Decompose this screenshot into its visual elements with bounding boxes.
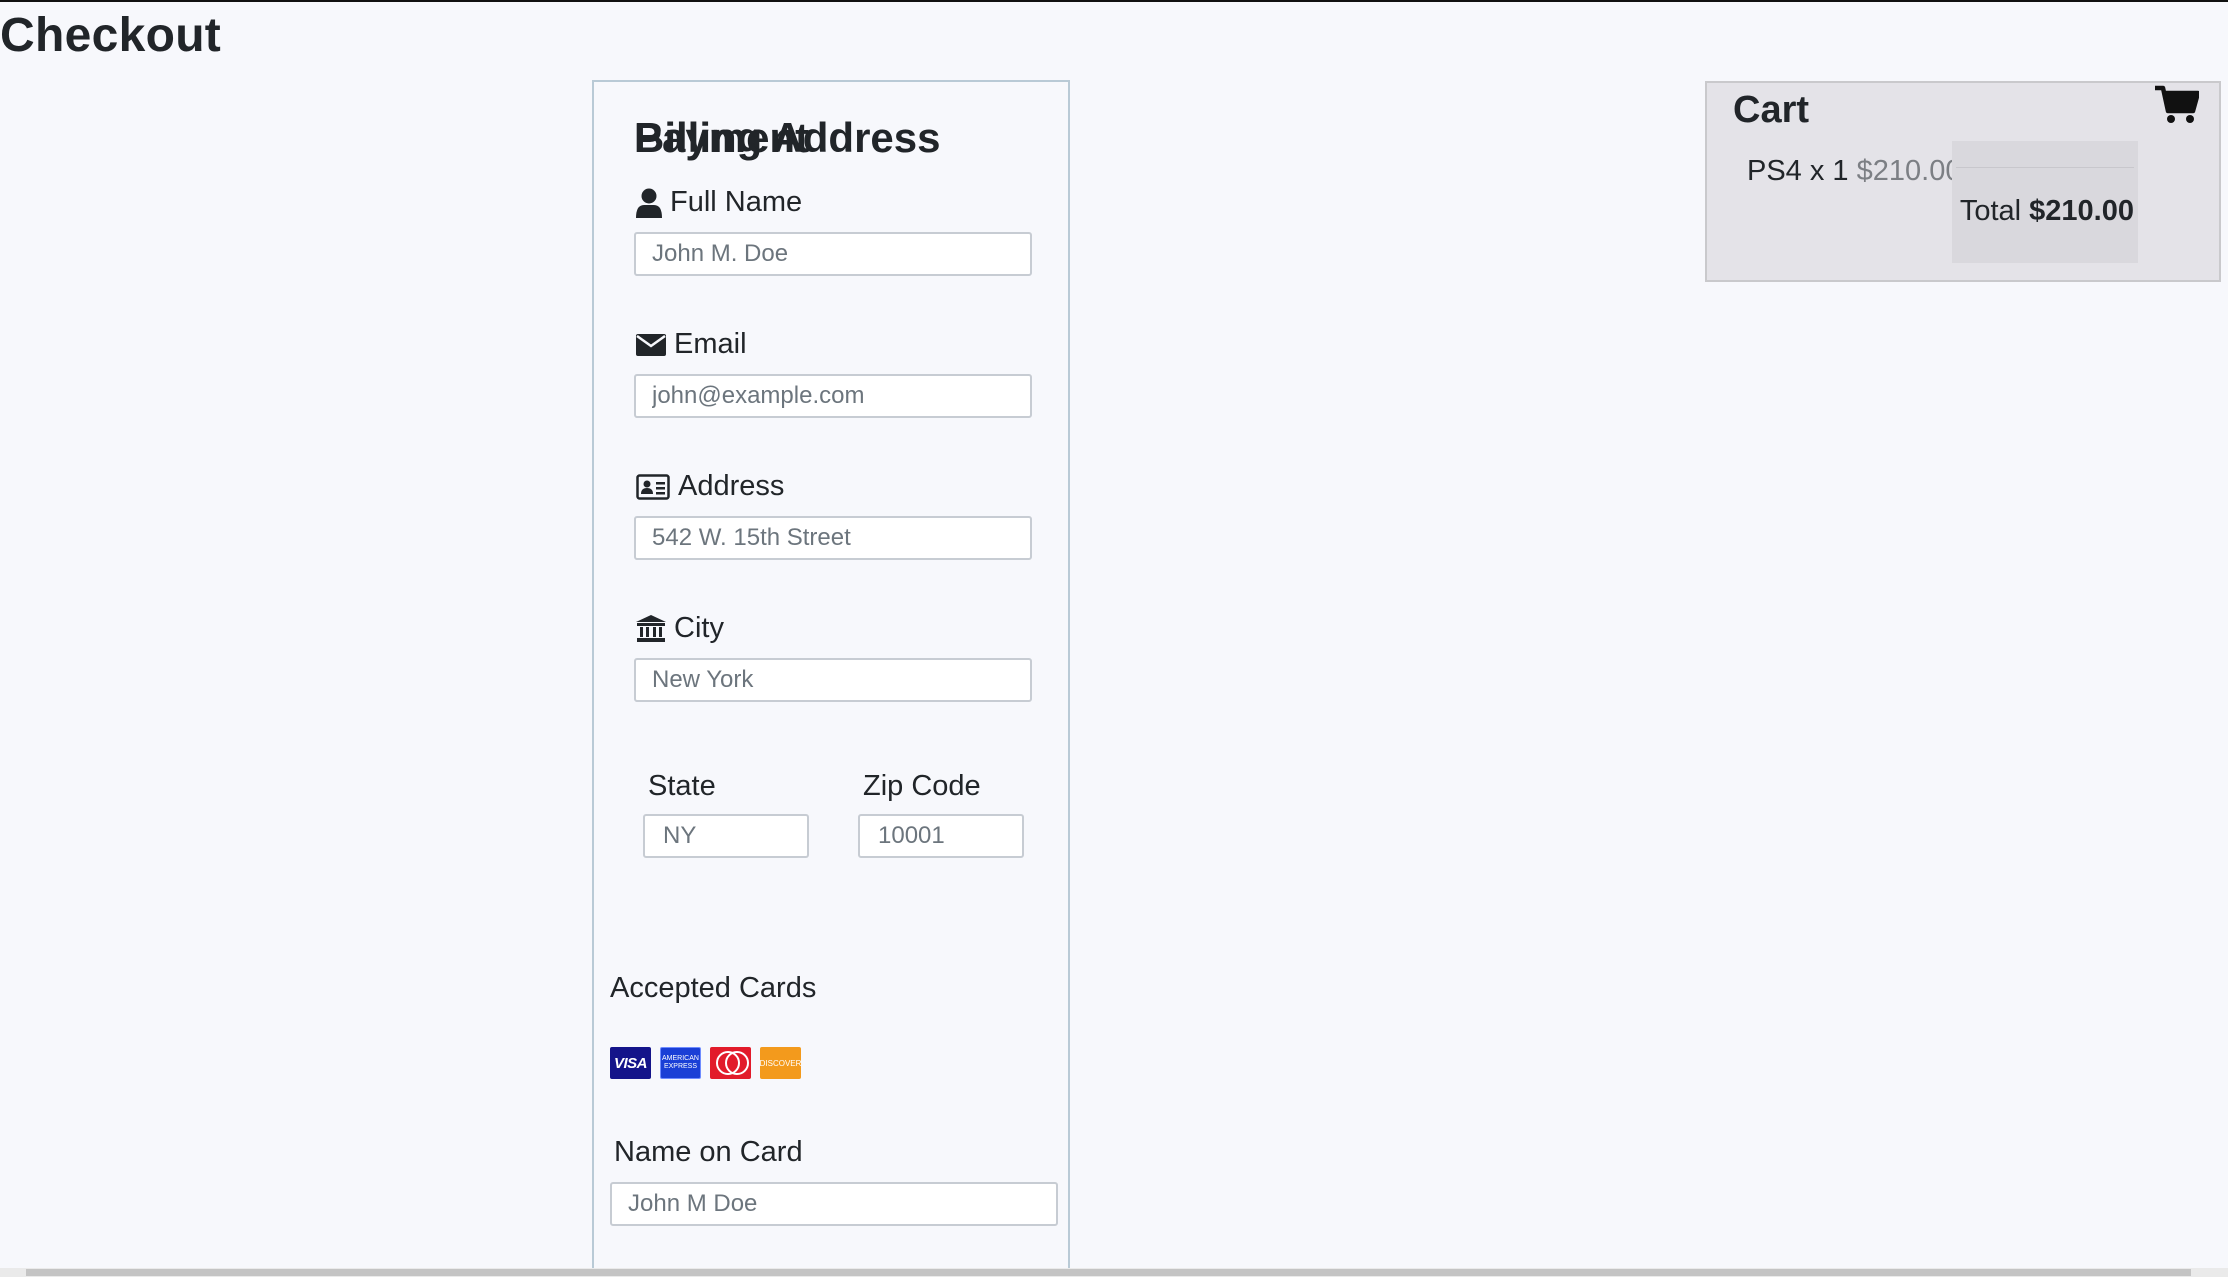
full-name-label-text: Full Name [670,186,803,218]
user-icon [636,188,662,218]
state-label: State [648,770,716,802]
envelope-icon [636,333,666,356]
address-label: Address [636,470,784,503]
address-card-icon [636,473,670,500]
address-label-text: Address [678,470,785,502]
name-on-card-label: Name on Card [614,1136,803,1168]
amex-card-icon: AMERICAN EXPRESS [660,1047,701,1079]
cart-title: Cart [1733,89,1810,131]
name-on-card-input[interactable] [610,1182,1058,1226]
cart-item: PS4 x 1 $210.00 [1747,155,1961,188]
zip-code-label: Zip Code [863,770,981,802]
shopping-cart-icon[interactable] [2155,85,2199,125]
city-label: City [636,612,724,645]
email-label: Email [636,328,747,361]
payment-heading: Payment [634,114,810,161]
billing-panel: Billing Address Full Name Email Address [592,80,1070,1270]
discover-card-icon: DISCOVER [760,1047,801,1079]
address-input[interactable] [634,516,1032,560]
accepted-cards-label: Accepted Cards [610,972,817,1004]
zip-code-input[interactable] [858,814,1024,858]
horizontal-scrollbar[interactable] [0,1268,2228,1277]
cart-total-cell: Total $210.00 [1952,141,2138,263]
cart-total-label: Total [1959,195,2022,227]
city-label-text: City [674,612,724,644]
city-input[interactable] [634,658,1032,702]
accepted-cards: VISA AMERICAN EXPRESS DISCOVER [610,1047,801,1079]
page-title: Checkout [0,9,222,62]
state-input[interactable] [643,814,809,858]
cart-total-value: $210.00 [2029,195,2134,227]
visa-card-icon: VISA [610,1047,651,1079]
email-label-text: Email [674,328,747,360]
email-input[interactable] [634,374,1032,418]
cart-panel: Cart PS4 x 1 $210.00 Total $210.00 [1705,81,2221,282]
institution-icon [636,614,666,642]
cart-total: Total $210.00 [1960,195,2134,228]
full-name-input[interactable] [634,232,1032,276]
cart-item-name: PS4 x 1 [1747,155,1849,187]
cart-item-price: $210.00 [1856,155,1962,187]
full-name-label: Full Name [636,186,802,219]
mastercard-card-icon [710,1047,751,1079]
